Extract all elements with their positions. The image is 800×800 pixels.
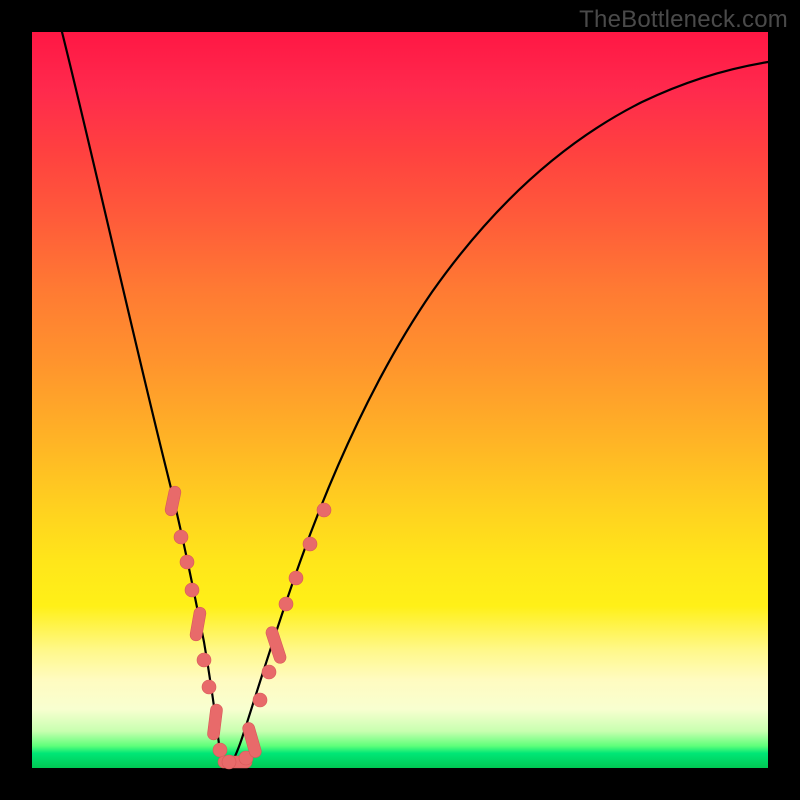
canvas-frame: TheBottleneck.com xyxy=(0,0,800,800)
bottleneck-curve xyxy=(62,32,768,766)
marker-group xyxy=(164,485,331,769)
plot-area xyxy=(32,32,768,768)
curve-layer xyxy=(32,32,768,768)
watermark-text: TheBottleneck.com xyxy=(579,6,788,34)
